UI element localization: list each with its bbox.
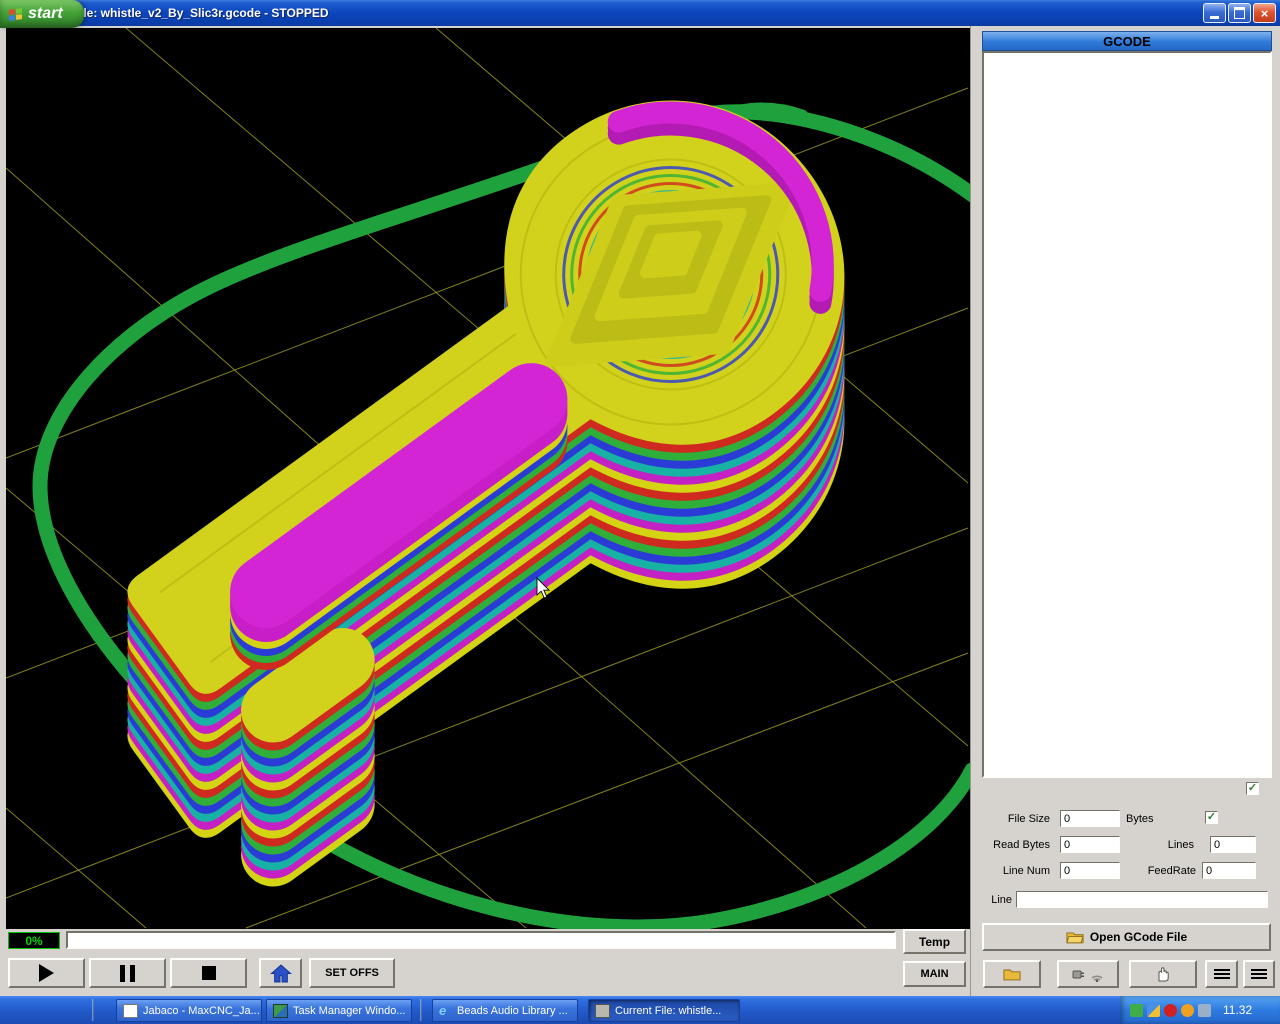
- stop-icon: [201, 966, 216, 980]
- pause-icon: [120, 964, 135, 982]
- open-gcode-file-button[interactable]: Open GCode File: [982, 923, 1271, 951]
- feedrate-field[interactable]: [1202, 862, 1256, 879]
- gcode-panel-header: GCODE: [982, 31, 1272, 51]
- gcode-list-button[interactable]: [1205, 960, 1238, 988]
- tray-icon-ati[interactable]: [1164, 1003, 1177, 1017]
- file-size-label: File Size: [1007, 813, 1050, 825]
- 3d-viewport[interactable]: [6, 28, 970, 929]
- gcode-app-icon: [595, 1003, 610, 1018]
- progress-indicator: 0%: [8, 932, 60, 949]
- tray-icon-shield[interactable]: [1130, 1003, 1143, 1017]
- minimize-button[interactable]: [1203, 3, 1226, 23]
- file-size-field[interactable]: [1060, 810, 1120, 827]
- tray-icon-display[interactable]: [1147, 1003, 1160, 1017]
- line-label: Line: [991, 894, 1012, 906]
- window-title: Current File: whistle_v2_By_Slic3r.gcode…: [26, 6, 329, 20]
- taskbar-item-task-manager[interactable]: Task Manager Windo...: [266, 999, 412, 1022]
- read-bytes-field[interactable]: [1060, 836, 1120, 853]
- feedrate-label: FeedRate: [1147, 865, 1196, 877]
- main-button[interactable]: MAIN: [903, 961, 966, 987]
- system-tray: 11.32: [1120, 996, 1280, 1024]
- set-offsets-button[interactable]: SET OFFS: [309, 958, 395, 988]
- close-button[interactable]: ×: [1253, 3, 1276, 23]
- taskbar-clock: 11.32: [1223, 1003, 1253, 1017]
- read-bytes-label: Read Bytes: [993, 839, 1050, 851]
- tray-icon-volume[interactable]: [1198, 1003, 1211, 1017]
- menu-button[interactable]: [1243, 960, 1275, 988]
- connect-button[interactable]: [1057, 960, 1119, 988]
- hand-jog-button[interactable]: [1129, 960, 1197, 988]
- taskbar-divider: [92, 999, 94, 1021]
- menu-lines-icon: [1251, 967, 1267, 981]
- progress-percent: 0%: [25, 933, 43, 948]
- 3d-viewport-canvas[interactable]: [6, 28, 970, 929]
- internet-explorer-icon: e: [439, 1002, 447, 1018]
- home-icon: [269, 963, 292, 983]
- task-manager-icon: [273, 1003, 288, 1018]
- line-num-label: Line Num: [1002, 865, 1050, 877]
- taskbar-divider: [420, 999, 422, 1021]
- line-field[interactable]: [1016, 891, 1268, 908]
- play-button[interactable]: [8, 958, 85, 988]
- bytes-checkbox[interactable]: ✓: [1205, 811, 1218, 824]
- jabaco-app-icon: [123, 1003, 138, 1018]
- gcode-listbox[interactable]: [982, 51, 1272, 778]
- folder-button[interactable]: [983, 960, 1041, 988]
- taskbar-item-current-file[interactable]: Current File: whistle...: [588, 999, 740, 1022]
- temp-button[interactable]: Temp: [903, 929, 966, 954]
- windows-flag-icon: [9, 7, 22, 21]
- play-icon: [39, 964, 54, 982]
- lines-label: Lines: [1167, 839, 1194, 851]
- home-button[interactable]: [259, 958, 302, 988]
- gcode-line-display: [66, 931, 896, 949]
- hand-icon: [1154, 965, 1172, 983]
- line-num-field[interactable]: [1060, 862, 1120, 879]
- plug-wifi-icon: [1071, 966, 1105, 983]
- open-folder-icon: [1066, 930, 1084, 944]
- stop-button[interactable]: [170, 958, 247, 988]
- window-titlebar[interactable]: Current File: whistle_v2_By_Slic3r.gcode…: [0, 0, 1280, 26]
- taskbar-item-jabaco[interactable]: Jabaco - MaxCNC_Ja...: [116, 999, 262, 1022]
- bytes-label: Bytes: [1126, 813, 1154, 825]
- restore-button[interactable]: [1228, 3, 1251, 23]
- folder-icon: [1003, 968, 1021, 981]
- taskbar-item-beads-audio[interactable]: e Beads Audio Library ...: [432, 999, 578, 1022]
- tray-icon-update[interactable]: [1181, 1003, 1194, 1017]
- start-button[interactable]: start: [0, 0, 84, 28]
- pause-button[interactable]: [89, 958, 166, 988]
- list-lines-icon: [1213, 967, 1230, 981]
- gcode-follow-checkbox[interactable]: ✓: [1246, 782, 1259, 795]
- lines-field[interactable]: [1210, 836, 1256, 853]
